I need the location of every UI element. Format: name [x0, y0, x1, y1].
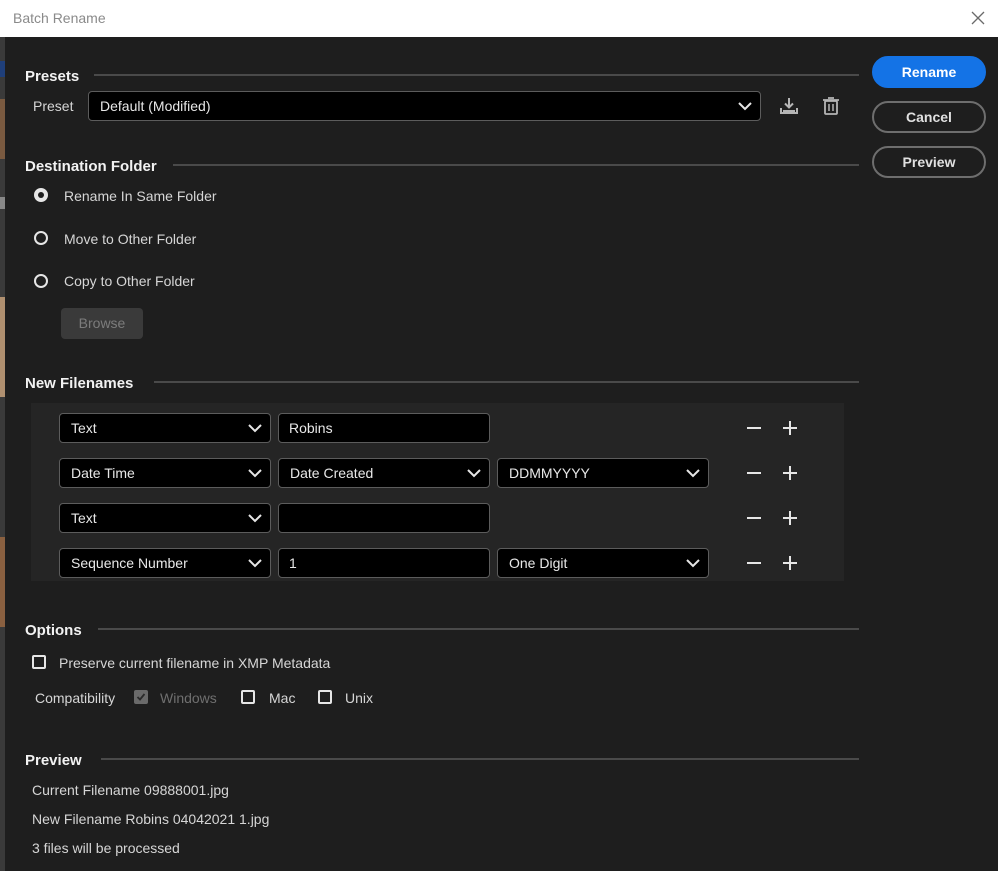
row3-type-value: Text	[71, 510, 97, 526]
checkmark-icon	[136, 693, 146, 701]
save-preset-icon[interactable]	[778, 95, 800, 117]
row2-type-value: Date Time	[71, 465, 135, 481]
radio-copy-other-folder[interactable]	[34, 274, 48, 288]
compatibility-label: Compatibility	[35, 690, 116, 706]
plus-icon[interactable]	[781, 509, 799, 527]
rename-same-folder-label: Rename In Same Folder	[64, 188, 217, 204]
presets-divider	[94, 74, 859, 76]
move-other-folder-label: Move to Other Folder	[64, 231, 197, 247]
copy-other-folder-label: Copy to Other Folder	[64, 273, 195, 289]
chevron-down-icon	[686, 559, 700, 568]
row4-type-value: Sequence Number	[71, 555, 188, 571]
chevron-down-icon	[686, 469, 700, 478]
radio-rename-same-folder[interactable]	[34, 188, 48, 202]
mac-checkbox[interactable]	[241, 690, 255, 704]
minus-icon[interactable]	[745, 554, 763, 572]
plus-icon[interactable]	[781, 419, 799, 437]
minus-icon[interactable]	[745, 464, 763, 482]
title-bar: Batch Rename	[0, 0, 998, 37]
preview-section-title: Preview	[25, 752, 82, 769]
current-filename-text: Current Filename 09888001.jpg	[32, 782, 229, 798]
destination-divider	[173, 164, 859, 166]
row4-type-dropdown[interactable]: Sequence Number	[59, 548, 271, 578]
row2-date-format-dropdown[interactable]: DDMMYYYY	[497, 458, 709, 488]
windows-label: Windows	[160, 690, 217, 706]
options-divider	[98, 628, 859, 630]
preset-dropdown[interactable]: Default (Modified)	[88, 91, 761, 121]
row4-sequence-start-input[interactable]: 1	[278, 548, 490, 578]
unix-checkbox[interactable]	[318, 690, 332, 704]
plus-icon[interactable]	[781, 554, 799, 572]
unix-label: Unix	[345, 690, 374, 706]
preserve-filename-checkbox[interactable]	[32, 655, 46, 669]
preview-button[interactable]: Preview	[872, 146, 986, 178]
new-filenames-divider	[154, 381, 859, 383]
browse-button[interactable]: Browse	[61, 308, 143, 339]
options-section-title: Options	[25, 622, 82, 639]
row3-type-dropdown[interactable]: Text	[59, 503, 271, 533]
presets-section-title: Presets	[25, 68, 80, 85]
plus-icon[interactable]	[781, 464, 799, 482]
preset-value: Default (Modified)	[100, 98, 211, 114]
preserve-filename-label: Preserve current filename in XMP Metadat…	[59, 655, 331, 671]
chevron-down-icon	[248, 469, 262, 478]
close-icon[interactable]	[970, 10, 986, 26]
chevron-down-icon	[248, 424, 262, 433]
row4-digits-dropdown[interactable]: One Digit	[497, 548, 709, 578]
window-title: Batch Rename	[13, 10, 106, 26]
mac-label: Mac	[269, 690, 296, 706]
preview-divider	[101, 758, 859, 760]
chevron-down-icon	[248, 514, 262, 523]
row2-date-field-value: Date Created	[290, 465, 374, 481]
chevron-down-icon	[467, 469, 481, 478]
radio-move-other-folder[interactable]	[34, 231, 48, 245]
delete-preset-icon[interactable]	[820, 95, 842, 117]
windows-checkbox	[134, 690, 148, 704]
row1-type-value: Text	[71, 420, 97, 436]
rename-button[interactable]: Rename	[872, 56, 986, 88]
row2-date-format-value: DDMMYYYY	[509, 465, 590, 481]
cancel-button[interactable]: Cancel	[872, 101, 986, 133]
batch-rename-dialog: Rename Cancel Preview Presets Preset Def…	[5, 37, 998, 871]
new-filenames-section-title: New Filenames	[25, 375, 134, 392]
row1-type-dropdown[interactable]: Text	[59, 413, 271, 443]
row1-text-input[interactable]: Robins	[278, 413, 490, 443]
minus-icon[interactable]	[745, 419, 763, 437]
row2-type-dropdown[interactable]: Date Time	[59, 458, 271, 488]
new-filename-text: New Filename Robins 04042021 1.jpg	[32, 811, 270, 827]
row2-date-field-dropdown[interactable]: Date Created	[278, 458, 490, 488]
files-processed-text: 3 files will be processed	[32, 840, 180, 856]
minus-icon[interactable]	[745, 509, 763, 527]
row4-digits-value: One Digit	[509, 555, 568, 571]
destination-section-title: Destination Folder	[25, 158, 157, 175]
chevron-down-icon	[248, 559, 262, 568]
chevron-down-icon	[738, 102, 752, 111]
row3-text-input[interactable]	[278, 503, 490, 533]
preset-label: Preset	[33, 98, 74, 114]
